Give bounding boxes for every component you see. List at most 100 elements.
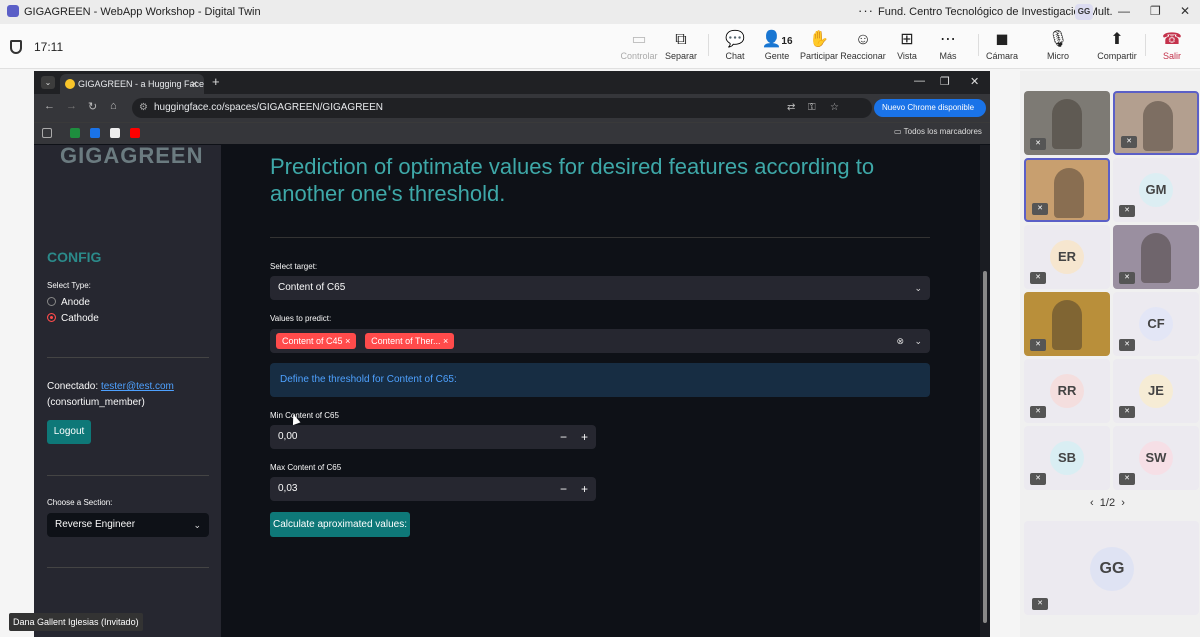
compartir-button[interactable]: ⬆ Compartir: [1093, 29, 1141, 61]
min-number-input[interactable]: 0,00 − +: [270, 425, 596, 449]
predict-multiselect[interactable]: Content of C45 × Content of Ther... × ⊗ …: [270, 329, 930, 353]
mic-off-icon: ✕: [1032, 203, 1048, 215]
more-options-icon[interactable]: ···: [858, 3, 874, 18]
increment-icon[interactable]: +: [581, 477, 588, 501]
url-field[interactable]: ⚙ huggingface.co/spaces/GIGAGREEN/GIGAGR…: [132, 98, 872, 118]
participant-tile[interactable]: GM ✕: [1113, 158, 1199, 222]
calculate-button[interactable]: Calculate aproximated values:: [270, 512, 410, 537]
tab-close-icon[interactable]: ✕: [190, 74, 198, 94]
gigagreen-logo: GIGAGREEN: [60, 145, 204, 168]
participant-tile[interactable]: SW ✕: [1113, 426, 1199, 490]
radio-cathode-dot[interactable]: [47, 313, 56, 322]
participant-tile[interactable]: RR ✕: [1024, 359, 1110, 423]
toolbar-label: Vista: [897, 51, 917, 61]
decrement-icon[interactable]: −: [560, 477, 567, 501]
gallery-pagination[interactable]: ‹ 1/2 ›: [1090, 497, 1125, 509]
avatar: JE: [1139, 374, 1173, 408]
logout-button[interactable]: Logout: [47, 420, 91, 444]
participant-tile[interactable]: SB ✕: [1024, 426, 1110, 490]
bookmark-star-icon[interactable]: ☆: [830, 98, 839, 118]
user-email-link[interactable]: tester@test.com: [101, 381, 174, 392]
participant-tile[interactable]: ✕: [1024, 292, 1110, 356]
translate-icon[interactable]: ⇄: [787, 98, 795, 118]
chat-button[interactable]: 💬 Chat: [711, 29, 759, 61]
site-info-icon[interactable]: ⚙: [139, 98, 148, 118]
mic-off-icon: ✕: [1119, 272, 1135, 284]
mic-off-icon: ✕: [1119, 339, 1135, 351]
mic-off-icon: ✕: [1032, 598, 1048, 610]
participant-tile[interactable]: CF ✕: [1113, 292, 1199, 356]
self-video-tile[interactable]: GG ✕: [1024, 521, 1199, 615]
page-scrollbar[interactable]: [980, 145, 990, 637]
mic-off-icon: 🎙: [1047, 31, 1069, 48]
video-feed: [1141, 233, 1171, 283]
max-number-input[interactable]: 0,03 − +: [270, 477, 596, 501]
micro-button[interactable]: 🎙 Micro: [1034, 29, 1082, 61]
close-icon[interactable]: ✕: [1180, 4, 1190, 18]
cámara-button[interactable]: ◼ Cámara: [978, 29, 1026, 61]
video-feed: [1052, 300, 1082, 350]
chip-remove-icon[interactable]: ×: [443, 336, 448, 346]
participant-tile[interactable]: ✕: [1113, 225, 1199, 289]
reaccionar-button[interactable]: ☺ Reaccionar: [839, 29, 887, 61]
scrollbar-thumb[interactable]: [983, 271, 987, 623]
participant-tile[interactable]: ✕: [1113, 91, 1199, 155]
docs-bookmark-icon[interactable]: [110, 128, 120, 138]
salir-button[interactable]: ☎ Salir: [1148, 29, 1196, 61]
home-icon[interactable]: ⌂: [110, 100, 117, 112]
maximize-icon[interactable]: ❐: [1150, 4, 1161, 18]
remote-control-icon: ▭: [631, 31, 647, 48]
all-bookmarks[interactable]: ▭ Todos los marcadores: [894, 127, 982, 136]
mic-off-icon: ✕: [1119, 406, 1135, 418]
gente-button[interactable]: 👤16 Gente: [753, 29, 801, 61]
avatar: SB: [1050, 441, 1084, 475]
reload-icon[interactable]: ↻: [88, 100, 97, 113]
participant-tile[interactable]: ER ✕: [1024, 225, 1110, 289]
controlar-button[interactable]: ▭ Controlar: [615, 29, 663, 61]
más-button[interactable]: ⋯ Más: [924, 29, 972, 61]
youtube-bookmark-icon[interactable]: [130, 128, 140, 138]
toolbar-label: Controlar: [620, 51, 658, 61]
mic-off-icon: ✕: [1030, 406, 1046, 418]
browser-restore-icon[interactable]: ❐: [940, 75, 950, 88]
radio-anode[interactable]: Anode: [47, 297, 90, 308]
connected-label: Conectado:: [47, 381, 99, 392]
back-icon[interactable]: ←: [44, 100, 55, 112]
section-select[interactable]: Reverse Engineer ⌄: [47, 513, 209, 537]
user-avatar[interactable]: GG: [1075, 4, 1093, 20]
participant-tile[interactable]: JE ✕: [1113, 359, 1199, 423]
sheets-bookmark-icon[interactable]: [70, 128, 80, 138]
decrement-icon[interactable]: −: [560, 425, 567, 449]
browser-minimize-icon[interactable]: —: [914, 75, 925, 87]
password-key-icon[interactable]: ⚿: [808, 98, 816, 118]
increment-icon[interactable]: +: [581, 425, 588, 449]
chip-thermal[interactable]: Content of Ther... ×: [365, 333, 455, 349]
minimize-icon[interactable]: —: [1118, 4, 1130, 18]
separar-button[interactable]: ⧉ Separar: [657, 29, 705, 61]
participar-button[interactable]: ✋ Participar: [795, 29, 843, 61]
tab-search-icon[interactable]: ⌄: [41, 76, 55, 89]
participant-tile[interactable]: ✕: [1024, 91, 1110, 155]
participant-tile[interactable]: ✕: [1024, 158, 1110, 222]
user-role: (consortium_member): [47, 397, 145, 408]
radio-cathode[interactable]: Cathode: [47, 313, 99, 324]
mic-off-icon: ✕: [1030, 339, 1046, 351]
popout-icon: ⧉: [675, 31, 687, 48]
forward-icon[interactable]: →: [66, 100, 77, 112]
update-chrome-button[interactable]: Nuevo Chrome disponible: [874, 99, 986, 117]
apps-icon[interactable]: [42, 128, 52, 138]
new-tab-icon[interactable]: +: [212, 74, 220, 89]
browser-close-icon[interactable]: ✕: [970, 75, 979, 88]
mic-off-icon: ✕: [1030, 272, 1046, 284]
chip-c45[interactable]: Content of C45 ×: [276, 333, 357, 349]
target-select[interactable]: Content of C65 ⌄: [270, 276, 930, 300]
max-value: 0,03: [278, 483, 298, 494]
chip-remove-icon[interactable]: ×: [345, 336, 350, 346]
browser-tab[interactable]: GIGAGREEN - a Hugging Face S ✕: [60, 74, 204, 94]
config-title: CONFIG: [47, 249, 102, 265]
clear-all-icon[interactable]: ⊗: [896, 329, 904, 353]
calendar-bookmark-icon[interactable]: [90, 128, 100, 138]
avatar: GM: [1139, 173, 1173, 207]
chip-c45-label: Content of C45: [282, 336, 343, 346]
radio-anode-dot[interactable]: [47, 297, 56, 306]
